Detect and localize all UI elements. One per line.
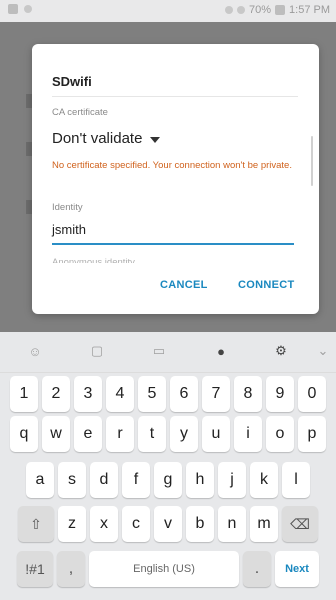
battery-percent: 70% bbox=[249, 4, 272, 16]
period-key[interactable]: . bbox=[243, 551, 271, 587]
key-h[interactable]: h bbox=[186, 462, 214, 498]
emoji-icon[interactable]: ☺ bbox=[26, 342, 44, 360]
key-t[interactable]: t bbox=[138, 416, 166, 452]
key-4[interactable]: 4 bbox=[106, 376, 134, 412]
keyboard: ☺ ▢ ▭ ● ⚙ ⌄ 1234567890 qwertyuiop asdfgh… bbox=[0, 332, 336, 600]
wifi-config-dialog: SDwifi CA certificate Don't validate No … bbox=[32, 44, 319, 314]
key-m[interactable]: m bbox=[250, 506, 278, 542]
status-time: 1:57 PM bbox=[289, 4, 330, 16]
key-k[interactable]: k bbox=[250, 462, 278, 498]
divider bbox=[52, 96, 298, 97]
ca-certificate-value: Don't validate bbox=[52, 130, 143, 147]
key-7[interactable]: 7 bbox=[202, 376, 230, 412]
key-f[interactable]: f bbox=[122, 462, 150, 498]
settings-icon[interactable]: ⚙ bbox=[272, 342, 290, 360]
next-key[interactable]: Next bbox=[275, 551, 319, 587]
dropdown-arrow-icon bbox=[150, 136, 161, 143]
symbols-key[interactable]: !#1 bbox=[17, 551, 53, 587]
key-y[interactable]: y bbox=[170, 416, 198, 452]
identity-input[interactable]: jsmith bbox=[52, 222, 294, 245]
ca-certificate-label: CA certificate bbox=[52, 107, 108, 118]
dialog-scrollbar[interactable] bbox=[311, 136, 313, 186]
dialog-title: SDwifi bbox=[52, 74, 92, 89]
key-9[interactable]: 9 bbox=[266, 376, 294, 412]
shift-key[interactable]: ⇧ bbox=[18, 506, 54, 542]
key-l[interactable]: l bbox=[282, 462, 310, 498]
battery-icon bbox=[275, 5, 286, 15]
key-p[interactable]: p bbox=[298, 416, 326, 452]
key-6[interactable]: 6 bbox=[170, 376, 198, 412]
key-i[interactable]: i bbox=[234, 416, 262, 452]
key-1[interactable]: 1 bbox=[10, 376, 38, 412]
clipboard-icon[interactable]: ▭ bbox=[150, 342, 168, 360]
bottom-letter-row: ⇧ zxcvbnm ⌫ bbox=[0, 506, 336, 542]
key-e[interactable]: e bbox=[74, 416, 102, 452]
key-c[interactable]: c bbox=[122, 506, 150, 542]
row4-keys: zxcvbnm bbox=[58, 506, 278, 542]
comma-key[interactable]: , bbox=[57, 551, 85, 587]
status-left-icons bbox=[8, 4, 32, 14]
dialog-actions: CANCEL CONNECT bbox=[32, 275, 319, 299]
status-bar: 70% 1:57 PM bbox=[0, 0, 336, 22]
key-x[interactable]: x bbox=[90, 506, 118, 542]
status-right: 70% 1:57 PM bbox=[225, 4, 330, 16]
key-a[interactable]: a bbox=[26, 462, 54, 498]
cancel-button[interactable]: CANCEL bbox=[160, 279, 208, 291]
certificate-warning: No certificate specified. Your connectio… bbox=[52, 160, 292, 171]
middle-letter-row: asdfghjkl bbox=[0, 462, 336, 498]
key-o[interactable]: o bbox=[266, 416, 294, 452]
backspace-key[interactable]: ⌫ bbox=[282, 506, 318, 542]
key-g[interactable]: g bbox=[154, 462, 182, 498]
bottom-row: !#1 , English (US) . Next bbox=[0, 551, 336, 587]
key-5[interactable]: 5 bbox=[138, 376, 166, 412]
connect-button[interactable]: CONNECT bbox=[238, 279, 295, 291]
key-s[interactable]: s bbox=[58, 462, 86, 498]
ca-certificate-dropdown[interactable]: Don't validate bbox=[52, 130, 161, 147]
key-n[interactable]: n bbox=[218, 506, 246, 542]
gallery-icon bbox=[8, 4, 18, 14]
keyboard-toolbar: ☺ ▢ ▭ ● ⚙ ⌄ bbox=[0, 332, 336, 373]
key-z[interactable]: z bbox=[58, 506, 86, 542]
signal-icon bbox=[237, 6, 245, 14]
key-q[interactable]: q bbox=[10, 416, 38, 452]
number-row: 1234567890 bbox=[0, 376, 336, 412]
wifi-icon bbox=[24, 5, 32, 13]
key-u[interactable]: u bbox=[202, 416, 230, 452]
key-0[interactable]: 0 bbox=[298, 376, 326, 412]
key-d[interactable]: d bbox=[90, 462, 118, 498]
key-w[interactable]: w bbox=[42, 416, 70, 452]
anonymous-identity-label: Anonymous identity bbox=[52, 257, 135, 263]
microphone-icon[interactable]: ● bbox=[212, 342, 230, 360]
key-2[interactable]: 2 bbox=[42, 376, 70, 412]
top-letter-row: qwertyuiop bbox=[0, 416, 336, 452]
key-8[interactable]: 8 bbox=[234, 376, 262, 412]
key-j[interactable]: j bbox=[218, 462, 246, 498]
collapse-keyboard-icon[interactable]: ⌄ bbox=[314, 342, 332, 360]
identity-label: Identity bbox=[52, 202, 83, 213]
key-r[interactable]: r bbox=[106, 416, 134, 452]
bluetooth-icon bbox=[225, 6, 233, 14]
space-key[interactable]: English (US) bbox=[89, 551, 239, 587]
key-3[interactable]: 3 bbox=[74, 376, 102, 412]
key-v[interactable]: v bbox=[154, 506, 182, 542]
key-b[interactable]: b bbox=[186, 506, 214, 542]
sticker-icon[interactable]: ▢ bbox=[88, 342, 106, 360]
